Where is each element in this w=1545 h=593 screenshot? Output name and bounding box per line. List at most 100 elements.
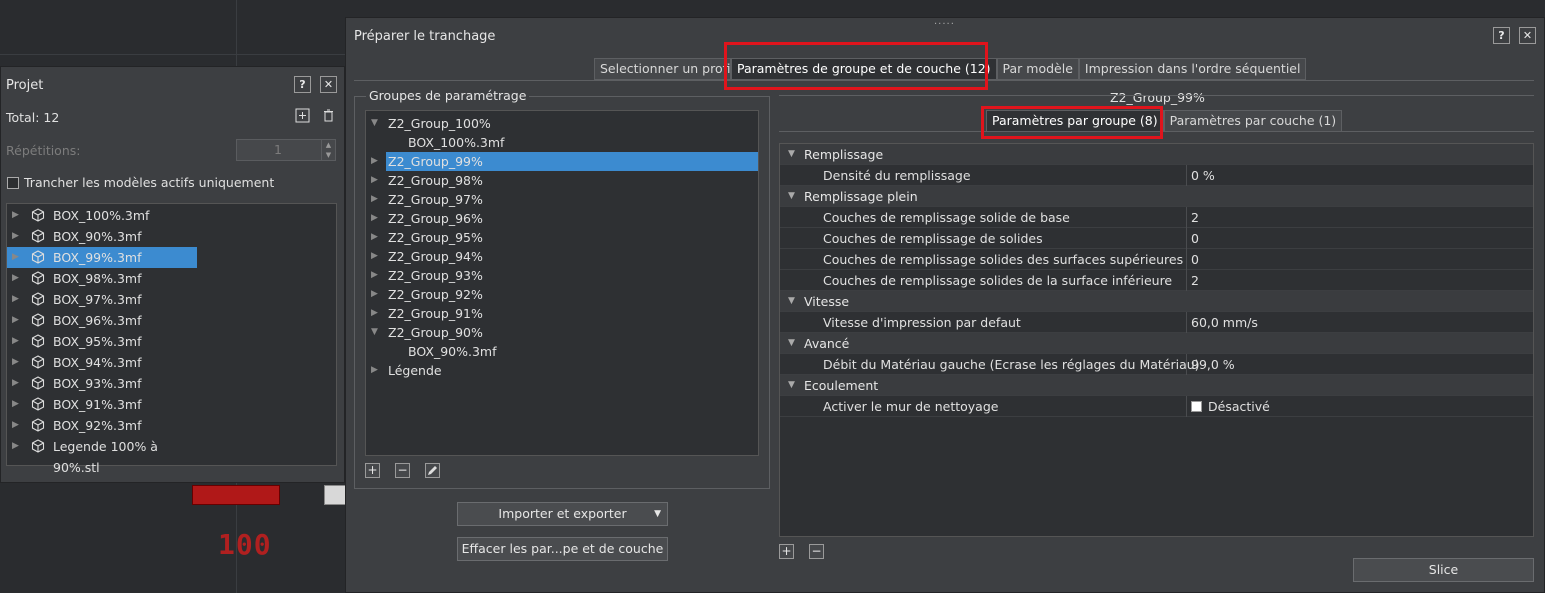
slice-button[interactable]: Slice <box>1353 558 1534 582</box>
group-child-item[interactable]: BOX_100%.3mf <box>366 133 758 152</box>
repetitions-input[interactable]: 1 ▲ ▼ <box>236 139 336 161</box>
group-item[interactable]: ▶ Z2_Group_99% <box>366 152 758 171</box>
chevron-down-icon[interactable]: ▼ <box>788 333 795 354</box>
settings-row[interactable]: Activer le mur de nettoyage Désactivé <box>780 396 1533 417</box>
expand-arrow-icon[interactable]: ▶ <box>12 352 19 373</box>
chevron-right-icon[interactable]: ▶ <box>371 285 378 304</box>
list-item[interactable]: ▶ Legende 100% à 90%.stl <box>7 436 197 475</box>
projet-help-button[interactable]: ? <box>294 76 311 93</box>
settings-category[interactable]: ▼ Remplissage <box>780 144 1533 165</box>
trash-icon[interactable] <box>320 108 337 125</box>
settings-row[interactable]: Couches de remplissage solide de base 2 <box>780 207 1533 228</box>
chevron-down-icon[interactable]: ▼ <box>371 323 378 342</box>
dialog-close-button[interactable]: ✕ <box>1519 27 1536 44</box>
settings-category[interactable]: ▼ Vitesse <box>780 291 1533 312</box>
list-item[interactable]: ▶ BOX_99%.3mf <box>7 247 197 268</box>
expand-arrow-icon[interactable]: ▶ <box>12 247 19 268</box>
list-item[interactable]: ▶ BOX_91%.3mf <box>7 394 197 415</box>
chevron-down-icon[interactable]: ▼ <box>371 114 378 133</box>
expand-arrow-icon[interactable]: ▶ <box>12 226 19 247</box>
dialog-help-button[interactable]: ? <box>1493 27 1510 44</box>
chevron-down-icon[interactable]: ▼ <box>788 375 795 396</box>
list-item[interactable]: ▶ BOX_90%.3mf <box>7 226 197 247</box>
repetitions-spinner[interactable]: ▲ ▼ <box>321 140 335 160</box>
tab-sequential-print[interactable]: Impression dans l'ordre séquentiel <box>1078 58 1307 80</box>
expand-arrow-icon[interactable]: ▶ <box>12 415 19 436</box>
settings-category[interactable]: ▼ Ecoulement <box>780 375 1533 396</box>
group-item[interactable]: ▶ Z2_Group_96% <box>366 209 758 228</box>
group-item[interactable]: ▶ Z2_Group_94% <box>366 247 758 266</box>
expand-arrow-icon[interactable]: ▶ <box>12 205 19 226</box>
list-item[interactable]: ▶ BOX_92%.3mf <box>7 415 197 436</box>
add-group-button[interactable]: + <box>365 463 380 478</box>
group-item[interactable]: ▶ Z2_Group_95% <box>366 228 758 247</box>
chevron-down-icon[interactable]: ▼ <box>788 291 795 312</box>
drag-handle[interactable]: ····· <box>934 19 955 30</box>
setting-value[interactable]: 0 % <box>1191 165 1215 186</box>
settings-row[interactable]: Débit du Matériau gauche (Ecrase les rég… <box>780 354 1533 375</box>
list-item[interactable]: ▶ BOX_95%.3mf <box>7 331 197 352</box>
list-item[interactable]: ▶ BOX_97%.3mf <box>7 289 197 310</box>
clear-settings-button[interactable]: Effacer les par...pe et de couche <box>457 537 668 561</box>
tab-select-profile[interactable]: Selectionner un profi <box>594 58 731 80</box>
expand-arrow-icon[interactable]: ▶ <box>12 331 19 352</box>
chevron-right-icon[interactable]: ▶ <box>371 304 378 323</box>
settings-row[interactable]: Couches de remplissage de solides 0 <box>780 228 1533 249</box>
expand-arrow-icon[interactable]: ▶ <box>12 436 19 457</box>
active-models-only-checkbox[interactable] <box>7 176 19 189</box>
tab-per-layer-settings[interactable]: Paramètres par couche (1) <box>1163 110 1343 132</box>
chevron-right-icon[interactable]: ▶ <box>371 228 378 247</box>
expand-arrow-icon[interactable]: ▶ <box>12 310 19 331</box>
settings-row[interactable]: Vitesse d'impression par defaut 60,0 mm/s <box>780 312 1533 333</box>
chevron-right-icon[interactable]: ▶ <box>371 361 378 380</box>
list-item[interactable]: ▶ BOX_94%.3mf <box>7 352 197 373</box>
chevron-right-icon[interactable]: ▶ <box>371 190 378 209</box>
edit-group-icon[interactable] <box>425 463 440 478</box>
chevron-right-icon[interactable]: ▶ <box>371 266 378 285</box>
tab-per-model[interactable]: Par modèle <box>996 58 1079 80</box>
expand-arrow-icon[interactable]: ▶ <box>12 268 19 289</box>
chevron-down-icon[interactable]: ▼ <box>788 144 795 165</box>
chevron-right-icon[interactable]: ▶ <box>371 171 378 190</box>
settings-row[interactable]: Couches de remplissage solides des surfa… <box>780 249 1533 270</box>
list-item[interactable]: ▶ BOX_100%.3mf <box>7 205 197 226</box>
settings-category[interactable]: ▼ Avancé <box>780 333 1533 354</box>
remove-setting-button[interactable]: − <box>809 544 824 559</box>
setting-value[interactable]: 60,0 mm/s <box>1191 312 1258 333</box>
settings-category[interactable]: ▼ Remplissage plein <box>780 186 1533 207</box>
expand-arrow-icon[interactable]: ▶ <box>12 394 19 415</box>
group-item[interactable]: ▶ Z2_Group_97% <box>366 190 758 209</box>
list-item[interactable]: ▶ BOX_96%.3mf <box>7 310 197 331</box>
chevron-right-icon[interactable]: ▶ <box>371 247 378 266</box>
group-item[interactable]: ▶ Z2_Group_92% <box>366 285 758 304</box>
setting-value[interactable]: 99,0 % <box>1191 354 1235 375</box>
setting-value[interactable]: 0 <box>1191 249 1199 270</box>
expand-arrow-icon[interactable]: ▶ <box>12 373 19 394</box>
setting-value[interactable]: 2 <box>1191 270 1199 291</box>
add-setting-button[interactable]: + <box>779 544 794 559</box>
group-item[interactable]: ▶ Z2_Group_93% <box>366 266 758 285</box>
chevron-right-icon[interactable]: ▶ <box>371 209 378 228</box>
chevron-right-icon[interactable]: ▶ <box>371 152 378 171</box>
setting-checkbox[interactable] <box>1191 401 1202 412</box>
group-child-item[interactable]: BOX_90%.3mf <box>366 342 758 361</box>
import-export-button[interactable]: Importer et exporter ▼ <box>457 502 668 526</box>
group-item[interactable]: ▶ Z2_Group_91% <box>366 304 758 323</box>
group-item[interactable]: ▼ Z2_Group_90% <box>366 323 758 342</box>
setting-value[interactable]: 2 <box>1191 207 1199 228</box>
add-model-icon[interactable] <box>294 108 311 125</box>
model-preview-block[interactable] <box>192 485 280 505</box>
settings-row[interactable]: Densité du remplissage 0 % <box>780 165 1533 186</box>
list-item[interactable]: ▶ BOX_93%.3mf <box>7 373 197 394</box>
setting-value[interactable]: 0 <box>1191 228 1199 249</box>
group-item[interactable]: ▶ Légende <box>366 361 758 380</box>
projet-close-button[interactable]: ✕ <box>320 76 337 93</box>
group-item[interactable]: ▶ Z2_Group_98% <box>366 171 758 190</box>
chevron-down-icon[interactable]: ▼ <box>788 186 795 207</box>
expand-arrow-icon[interactable]: ▶ <box>12 289 19 310</box>
remove-group-button[interactable]: − <box>395 463 410 478</box>
setting-value[interactable]: Désactivé <box>1191 396 1270 417</box>
active-models-only-option[interactable]: Trancher les modèles actifs uniquement <box>7 175 274 190</box>
group-item[interactable]: ▼ Z2_Group_100% <box>366 114 758 133</box>
list-item[interactable]: ▶ BOX_98%.3mf <box>7 268 197 289</box>
